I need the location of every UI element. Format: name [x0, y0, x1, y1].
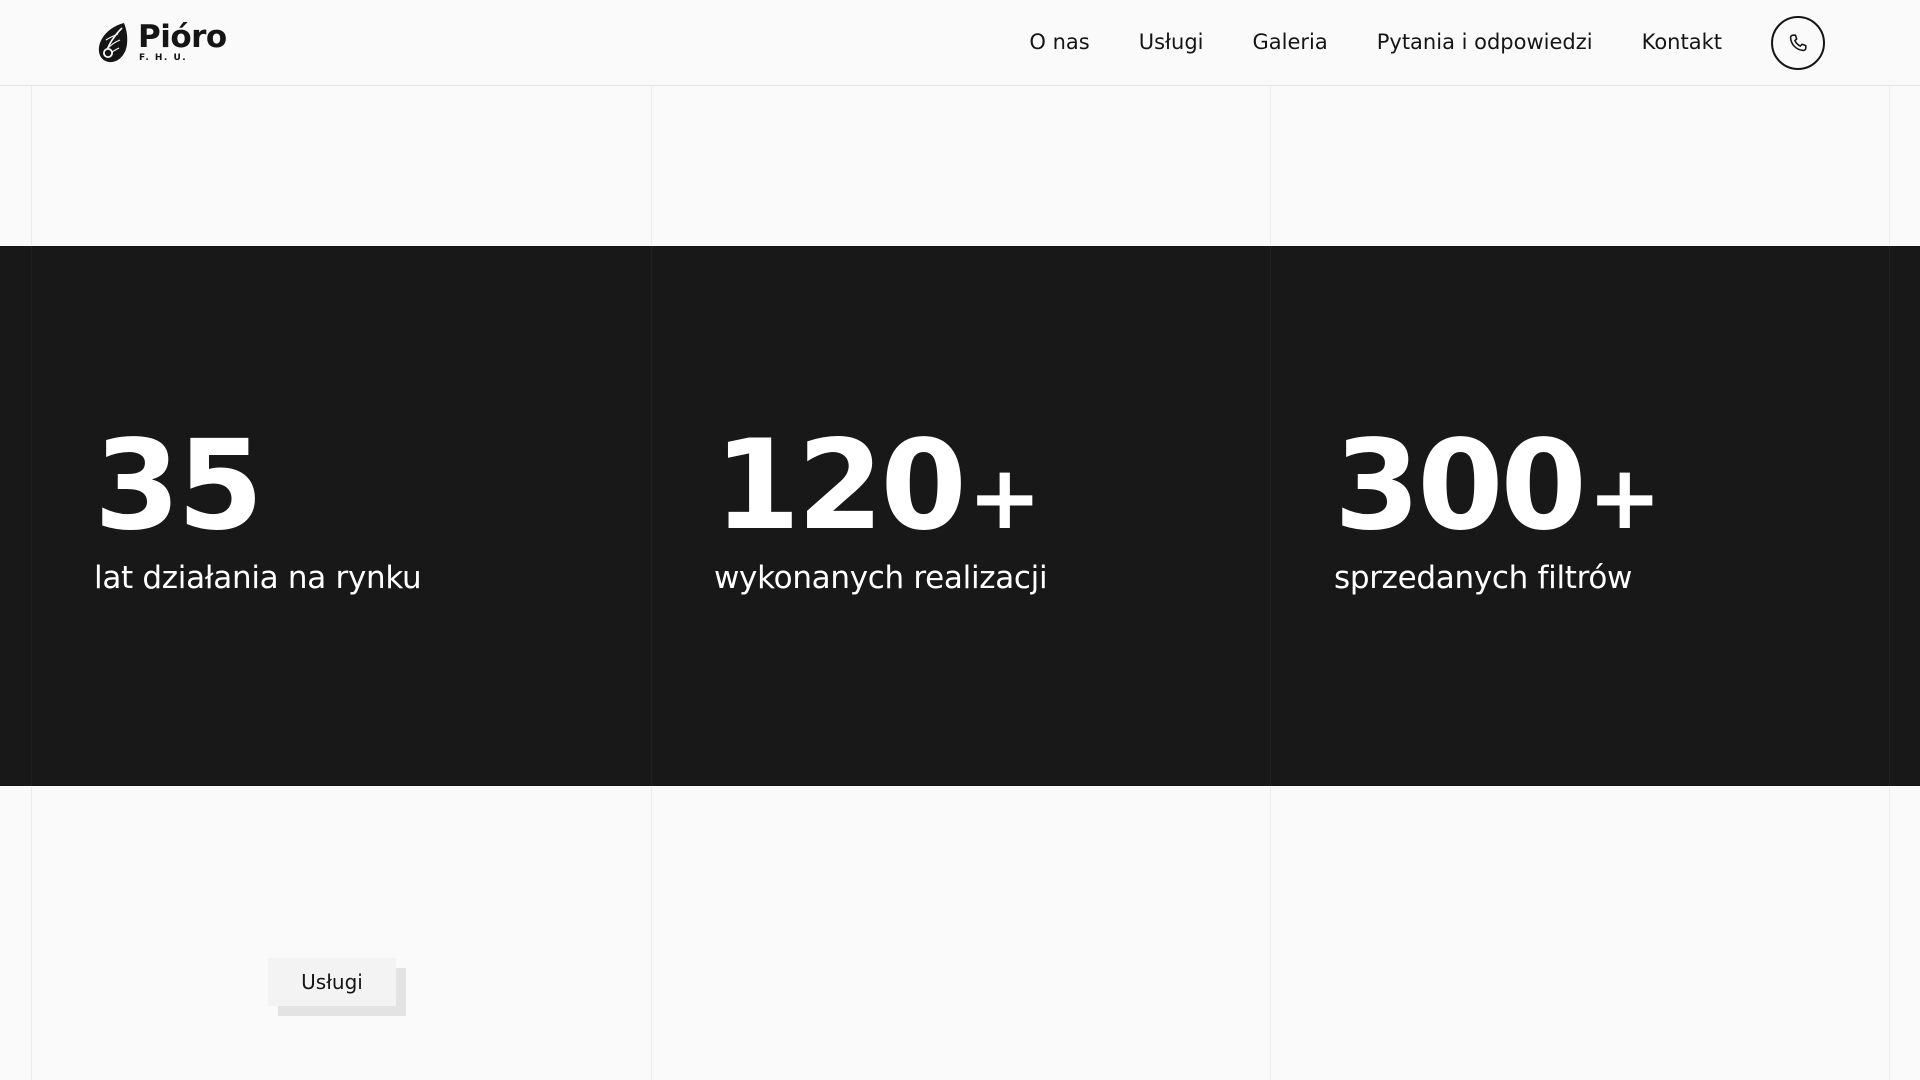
stat-label: wykonanych realizacji [714, 560, 1048, 596]
main-nav: O nas Usługi Galeria Pytania i odpowiedz… [1029, 0, 1722, 84]
nav-item-kontakt[interactable]: Kontakt [1642, 30, 1722, 54]
stat-plus: + [1587, 446, 1662, 549]
stat-filters: 300 + sprzedanych filtrów [1334, 424, 1662, 597]
brand-subtitle: F. H. U. [139, 52, 188, 63]
phone-icon [1789, 34, 1807, 52]
nav-item-galeria[interactable]: Galeria [1253, 30, 1328, 54]
stats-divider [651, 246, 652, 786]
nav-item-pytania[interactable]: Pytania i odpowiedzi [1377, 30, 1593, 54]
site-header: Pióro F. H. U. O nas Usługi Galeria Pyta… [0, 0, 1920, 86]
stat-value: 300 [1334, 414, 1587, 558]
stat-projects: 120 + wykonanych realizacji [714, 424, 1048, 597]
nav-item-o-nas[interactable]: O nas [1029, 30, 1089, 54]
logo-link[interactable]: Pióro F. H. U. [94, 20, 227, 64]
stat-years: 35 lat działania na rynku [94, 424, 422, 597]
stat-number: 300 + [1334, 424, 1662, 548]
stat-label: lat działania na rynku [94, 560, 422, 596]
stat-number: 120 + [714, 424, 1047, 548]
stats-divider [1889, 246, 1890, 786]
brand-name: Pióro [138, 18, 227, 55]
feather-logo-icon [98, 23, 128, 63]
phone-button[interactable] [1771, 16, 1825, 70]
logo-text: Pióro F. H. U. [138, 18, 227, 63]
nav-item-uslugi[interactable]: Usługi [1139, 30, 1204, 54]
stats-divider [1270, 246, 1271, 786]
stats-divider [31, 246, 32, 786]
stat-value: 120 [714, 414, 967, 558]
services-tag[interactable]: Usługi [268, 958, 406, 1016]
services-tag-label: Usługi [268, 958, 396, 1006]
stat-number: 35 [94, 424, 421, 548]
stat-value: 35 [94, 414, 264, 558]
stat-plus: + [967, 446, 1042, 549]
stats-section: 35 lat działania na rynku 120 + wykonany… [0, 246, 1920, 786]
stat-label: sprzedanych filtrów [1334, 560, 1633, 596]
